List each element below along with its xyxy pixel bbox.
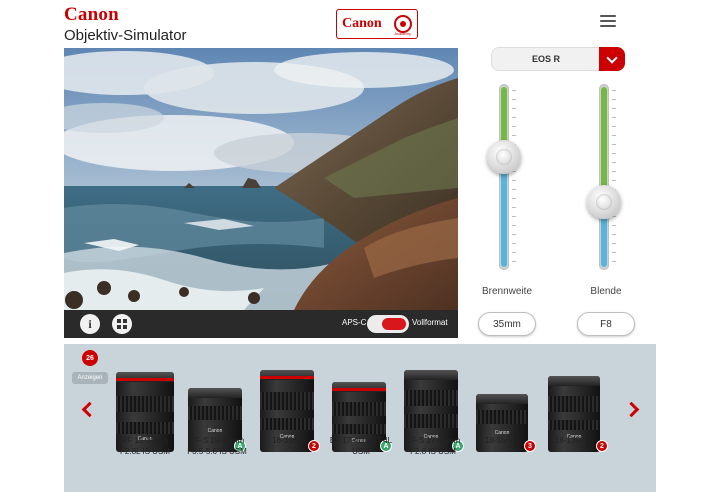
lens-name-line2: F2.8 IS USM xyxy=(410,447,456,456)
hamburger-menu-icon[interactable] xyxy=(600,15,616,29)
lens-count-badge: 26 xyxy=(82,350,98,366)
slider-knob[interactable] xyxy=(587,185,621,220)
lens-strip: 26 Anzeigen Canon Canon A Canon 2 Canon … xyxy=(64,344,656,492)
academy-logo-text: Canon xyxy=(342,16,382,31)
aperture-value[interactable]: F8 xyxy=(577,312,635,336)
lens-name-line2: F3.5-5.6 IS USM xyxy=(187,447,247,456)
preview-photo xyxy=(64,48,458,310)
info-icon[interactable]: i xyxy=(80,314,100,334)
format-fullframe-label: Vollformat xyxy=(412,318,448,327)
grid-icon[interactable] xyxy=(112,314,132,334)
focal-length-label: Brennweite xyxy=(481,286,533,297)
slider-knob[interactable] xyxy=(487,140,521,175)
canon-academy-logo[interactable]: Canon Academy xyxy=(336,9,418,39)
slider-scale xyxy=(612,90,616,266)
chevron-down-icon xyxy=(599,47,625,71)
camera-select-value: EOS R xyxy=(531,54,560,64)
aperture-slider[interactable] xyxy=(587,84,621,270)
app-root: Canon Objektiv-Simulator Canon Academy i… xyxy=(0,0,720,500)
canon-logo: Canon xyxy=(64,4,119,25)
focal-length-slider[interactable] xyxy=(487,84,521,270)
chevron-right-icon[interactable] xyxy=(626,402,640,416)
show-button[interactable]: Anzeigen xyxy=(72,372,108,384)
slider-scale xyxy=(512,90,516,266)
aperture-label: Blende xyxy=(590,286,622,297)
sensor-format-toggle[interactable] xyxy=(367,315,409,333)
academy-sub-text: Academy xyxy=(394,31,411,36)
focal-length-value[interactable]: 35mm xyxy=(478,312,536,336)
photo-toolbar: i APS-C Vollformat xyxy=(64,310,458,338)
app-title: Objektiv-Simulator xyxy=(64,27,187,44)
camera-select[interactable]: EOS R xyxy=(491,47,625,71)
brand: Canon Objektiv-Simulator xyxy=(64,4,187,44)
lens-name-line1: 18-135mm xyxy=(554,436,594,445)
format-apsc-label: APS-C xyxy=(342,318,367,327)
toggle-knob xyxy=(382,318,406,330)
chevron-left-icon[interactable] xyxy=(80,402,94,416)
lens-label[interactable]: 18-135mm xyxy=(529,435,619,446)
